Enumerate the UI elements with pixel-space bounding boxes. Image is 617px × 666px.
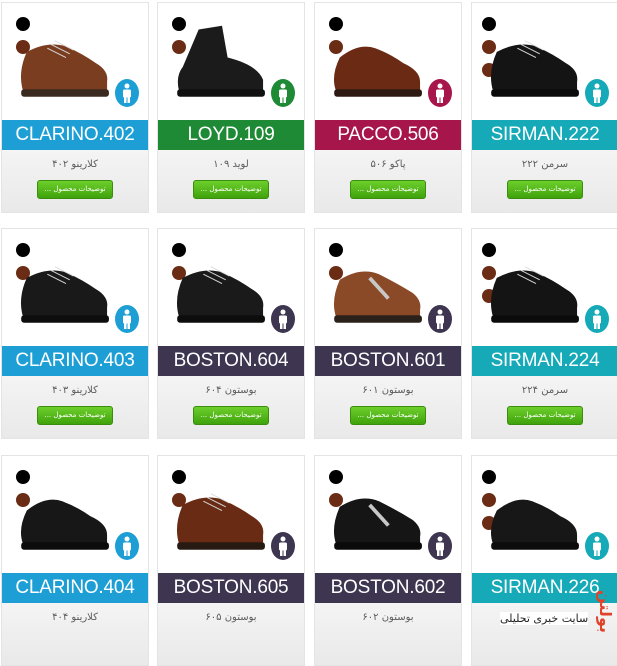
product-model-label[interactable]: BOSTON.605 (158, 573, 304, 603)
product-name-fa: بوستون ۶۰۵ (205, 612, 257, 623)
product-card[interactable]: BOSTON.601 بوستون ۶۰۱ توضیحات محصول ... (314, 228, 462, 439)
men-icon (115, 79, 139, 107)
product-model-label[interactable]: CLARINO.404 (2, 573, 148, 603)
product-card[interactable]: CLARINO.403 کلارینو ۴۰۳ توضیحات محصول ..… (1, 228, 149, 439)
product-card[interactable]: CLARINO.402 کلارینو ۴۰۲ توضیحات محصول ..… (1, 2, 149, 213)
product-info: بوستون ۶۰۲ (315, 603, 461, 665)
men-icon (115, 305, 139, 333)
product-info: سرمن ۲۲۴ توضیحات محصول ... (472, 376, 617, 438)
product-info: بوستون ۶۰۴ توضیحات محصول ... (158, 376, 304, 438)
product-image[interactable] (2, 456, 148, 573)
product-details-button[interactable]: توضیحات محصول ... (193, 406, 269, 425)
product-name-fa: کلارینو ۴۰۳ (52, 385, 98, 396)
product-info: پاکو ۵۰۶ توضیحات محصول ... (315, 150, 461, 212)
product-image[interactable] (158, 3, 304, 120)
men-icon (585, 532, 609, 560)
product-model-label[interactable]: BOSTON.604 (158, 346, 304, 376)
product-info: سرمن ۲۲۲ توضیحات محصول ... (472, 150, 617, 212)
product-name-fa: کلارینو ۴۰۲ (52, 159, 98, 170)
men-icon (585, 79, 609, 107)
product-details-button[interactable]: توضیحات محصول ... (350, 180, 426, 199)
product-info: کلارینو ۴۰۴ (2, 603, 148, 665)
product-image[interactable] (315, 3, 461, 120)
product-model-label[interactable]: BOSTON.602 (315, 573, 461, 603)
product-name-fa: کلارینو ۴۰۴ (52, 612, 98, 623)
product-name-fa: پاکو ۵۰۶ (370, 159, 406, 170)
men-icon (428, 305, 452, 333)
product-info: بوستون ۶۰۵ (158, 603, 304, 665)
men-icon (428, 532, 452, 560)
men-icon (585, 305, 609, 333)
product-details-button[interactable]: توضیحات محصول ... (350, 406, 426, 425)
product-details-button[interactable]: توضیحات محصول ... (507, 406, 583, 425)
product-model-label[interactable]: LOYD.109 (158, 120, 304, 150)
product-model-label[interactable]: CLARINO.403 (2, 346, 148, 376)
product-card[interactable]: SIRMAN.224 سرمن ۲۲۴ توضیحات محصول ... (471, 228, 617, 439)
product-card[interactable]: BOSTON.604 بوستون ۶۰۴ توضیحات محصول ... (157, 228, 305, 439)
product-details-button[interactable]: توضیحات محصول ... (37, 406, 113, 425)
product-details-button[interactable]: توضیحات محصول ... (507, 180, 583, 199)
product-name-fa: سرمن ۲۲۴ (521, 385, 569, 396)
product-card[interactable]: SIRMAN.226 (471, 455, 617, 666)
product-card[interactable]: BOSTON.602 بوستون ۶۰۲ (314, 455, 462, 666)
product-image[interactable] (2, 3, 148, 120)
product-image[interactable] (472, 456, 617, 573)
product-image[interactable] (472, 229, 617, 346)
product-info: کلارینو ۴۰۲ توضیحات محصول ... (2, 150, 148, 212)
product-details-button[interactable]: توضیحات محصول ... (37, 180, 113, 199)
product-image[interactable] (315, 229, 461, 346)
men-icon (115, 532, 139, 560)
product-details-button[interactable]: توضیحات محصول ... (193, 180, 269, 199)
product-image[interactable] (158, 229, 304, 346)
product-image[interactable] (158, 456, 304, 573)
product-name-fa: سرمن ۲۲۲ (521, 159, 569, 170)
men-icon (271, 532, 295, 560)
product-info: لوید ۱۰۹ توضیحات محصول ... (158, 150, 304, 212)
product-card[interactable]: PACCO.506 پاکو ۵۰۶ توضیحات محصول ... (314, 2, 462, 213)
product-model-label[interactable]: SIRMAN.224 (472, 346, 617, 376)
product-card[interactable]: CLARINO.404 کلارینو ۴۰۴ (1, 455, 149, 666)
product-card[interactable]: SIRMAN.222 سرمن ۲۲۲ توضیحات محصول ... (471, 2, 617, 213)
product-name-fa: بوستون ۶۰۲ (362, 612, 414, 623)
product-info: کلارینو ۴۰۳ توضیحات محصول ... (2, 376, 148, 438)
product-name-fa: لوید ۱۰۹ (213, 159, 249, 170)
product-image[interactable] (2, 229, 148, 346)
product-model-label[interactable]: CLARINO.402 (2, 120, 148, 150)
product-model-label[interactable]: SIRMAN.222 (472, 120, 617, 150)
product-name-fa: بوستون ۶۰۱ (362, 385, 414, 396)
product-image[interactable] (472, 3, 617, 120)
product-card[interactable]: BOSTON.605 بوستون ۶۰۵ (157, 455, 305, 666)
product-info: بوستون ۶۰۱ توضیحات محصول ... (315, 376, 461, 438)
product-image[interactable] (315, 456, 461, 573)
product-model-label[interactable]: PACCO.506 (315, 120, 461, 150)
men-icon (271, 305, 295, 333)
product-card[interactable]: LOYD.109 لوید ۱۰۹ توضیحات محصول ... (157, 2, 305, 213)
product-model-label[interactable]: BOSTON.601 (315, 346, 461, 376)
men-icon (271, 79, 295, 107)
watermark-text: سایت خبری تحلیلی (500, 612, 589, 625)
product-name-fa: بوستون ۶۰۴ (205, 385, 257, 396)
watermark-logo: بولتن (596, 590, 615, 633)
men-icon (428, 79, 452, 107)
